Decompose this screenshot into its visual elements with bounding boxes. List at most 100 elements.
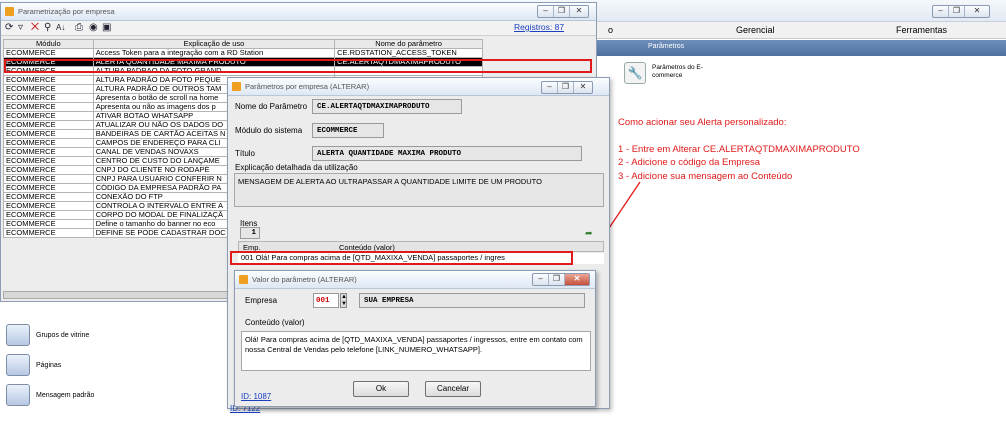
sort-icon[interactable]: A↓ [56,23,65,33]
section-header: Parâmetros [596,40,1006,56]
modulo-field[interactable]: ECOMMERCE [312,123,384,138]
left-panel: Grupos de vitrine Páginas Mensagem padrã… [0,300,235,432]
section-title: Parâmetros [648,43,685,50]
close-icon[interactable]: ✕ [965,6,989,17]
titulo-field[interactable]: ALERTA QUANTIDADE MAXIMA PRODUTO [312,146,582,161]
restore-icon[interactable]: ❐ [949,6,965,17]
vitrine-icon [6,324,30,346]
cell-modulo: ECOMMERCE [3,120,94,130]
titulo-label: Título [235,149,256,158]
find-icon[interactable]: ⚲ [44,23,51,33]
minimize-icon[interactable]: – [933,6,949,17]
instruction-step-2: 2 - Adicione o código da Empresa [618,157,761,168]
valor-window-controls[interactable]: – ❐ ✕ [532,273,590,286]
add-item-icon[interactable]: ➦ [585,228,593,239]
list-window-controls[interactable]: – ❐ ✕ [537,5,589,18]
valor-titlebar: Valor do parâmetro (ALTERAR) – ❐ ✕ [235,271,595,289]
menu-item[interactable]: o [608,25,613,35]
empresa-code-field[interactable]: 001 [313,293,339,308]
list-toolbar: ⟳ ▿ ⨉ ⚲ A↓ ⎙ ◉ ▣ Registros: 87 [1,21,596,36]
modulo-label: Módulo do sistema [235,126,303,135]
left-item-paginas[interactable]: Páginas [6,354,61,376]
valor-id: ID: 1087 [241,392,272,401]
instructions-heading: Como acionar seu Alerta personalizado: [618,117,787,128]
app-icon [232,82,241,91]
cell-modulo: ECOMMERCE [3,129,94,139]
print-icon[interactable]: ⎙ [75,23,83,33]
col-modulo[interactable]: Módulo [3,39,94,49]
alterar-title: Parâmetros por empresa (ALTERAR) [245,82,370,91]
refresh-icon[interactable]: ⟳ [5,23,13,33]
close-icon[interactable]: ✕ [570,6,588,17]
cell-modulo: ECOMMERCE [3,93,94,103]
close-icon[interactable]: ✕ [565,274,589,285]
explicacao-memo[interactable]: MENSAGEM DE ALERTA AO ULTRAPASSAR A QUAN… [234,173,604,207]
left-item-mensagem[interactable]: Mensagem padrão [6,384,94,406]
cancel-button[interactable]: Cancelar [425,381,481,397]
minimize-icon[interactable]: – [538,6,554,17]
cell-modulo: ECOMMERCE [3,210,94,220]
left-item-grupos[interactable]: Grupos de vitrine [6,324,89,346]
restore-icon[interactable]: ❐ [558,82,574,93]
menu-ferramentas[interactable]: Ferramentas [896,25,947,35]
cell-modulo: ECOMMERCE [3,228,94,238]
minimize-icon[interactable]: – [542,82,558,93]
valor-title: Valor do parâmetro (ALTERAR) [252,275,357,284]
menu-gerencial[interactable]: Gerencial [736,25,775,35]
save-icon[interactable]: ▣ [102,23,111,33]
message-icon [6,384,30,406]
cell-modulo: ECOMMERCE [3,219,94,229]
minimize-icon[interactable]: – [533,274,549,285]
cell-nome: CE.RDSTATION_ACCESS_TOKEN [334,48,483,58]
clear-filter-icon[interactable]: ⨉ [31,23,39,33]
close-icon[interactable]: ✕ [574,82,592,93]
cell-modulo: ECOMMERCE [3,147,94,157]
shortcut-label[interactable]: Parâmetros do E-commerce [652,64,712,80]
cell-explicacao: Access Token para a integração com a RD … [92,48,336,58]
nome-label: Nome do Parâmetro [235,102,308,111]
params-list-titlebar: Parametrização por empresa – ❐ ✕ [1,3,596,21]
cell-modulo: ECOMMERCE [3,84,94,94]
app-icon [239,275,248,284]
empresa-spinner[interactable]: ▲ ▼ [340,293,347,308]
export-icon[interactable]: ◉ [89,23,98,33]
alterar-window-controls[interactable]: – ❐ ✕ [541,81,593,94]
cell-modulo: ECOMMERCE [3,183,94,193]
col-explicacao[interactable]: Explicação de uso [92,39,336,49]
cell-modulo: ECOMMERCE [3,75,94,85]
tools-icon[interactable]: 🔧 [624,62,646,84]
restore-icon[interactable]: ❐ [549,274,565,285]
cell-modulo: ECOMMERCE [3,102,94,112]
restore-icon[interactable]: ❐ [554,6,570,17]
empresa-name-field: SUA EMPRESA [359,293,585,308]
cell-modulo: ECOMMERCE [3,111,94,121]
explicacao-label: Explicação detalhada da utilização [235,163,358,172]
conteudo-textarea[interactable]: Olá! Para compras acima de [QTD_MAXIXA_V… [241,331,591,371]
itens-count: 1 [240,227,260,239]
main-window-controls[interactable]: – ❐ ✕ [932,5,990,18]
alterar-titlebar: Parâmetros por empresa (ALTERAR) – ❐ ✕ [228,78,609,96]
valor-window: Valor do parâmetro (ALTERAR) – ❐ ✕ Empresa… [234,270,596,407]
main-menu-bar: o Gerencial Ferramentas [596,22,1006,39]
filter-icon[interactable]: ▿ [18,23,23,33]
highlight-selected-row [4,59,592,73]
cell-modulo: ECOMMERCE [3,174,94,184]
cell-modulo: ECOMMERCE [3,192,94,202]
registros-count[interactable]: Registros: 87 [514,22,564,32]
ok-button[interactable]: Ok [353,381,409,397]
instruction-step-1: 1 - Entre em Alterar CE.ALERTAQTDMAXIMAP… [618,144,860,155]
pages-icon [6,354,30,376]
highlight-item-row [230,251,573,265]
cell-modulo: ECOMMERCE [3,165,94,175]
cell-modulo: ECOMMERCE [3,48,94,58]
conteudo-label: Conteúdo (valor) [245,318,305,327]
app-icon [5,7,14,16]
empresa-label: Empresa [245,296,278,305]
cell-modulo: ECOMMERCE [3,201,94,211]
cell-modulo: ECOMMERCE [3,138,94,148]
nome-field[interactable]: CE.ALERTAQTDMAXIMAPRODUTO [312,99,462,114]
params-list-title: Parametrização por empresa [18,7,115,16]
cell-modulo: ECOMMERCE [3,156,94,166]
table-row[interactable]: ECOMMERCE Access Token para a integração … [3,48,483,58]
col-nome[interactable]: Nome do parâmetro [334,39,483,49]
